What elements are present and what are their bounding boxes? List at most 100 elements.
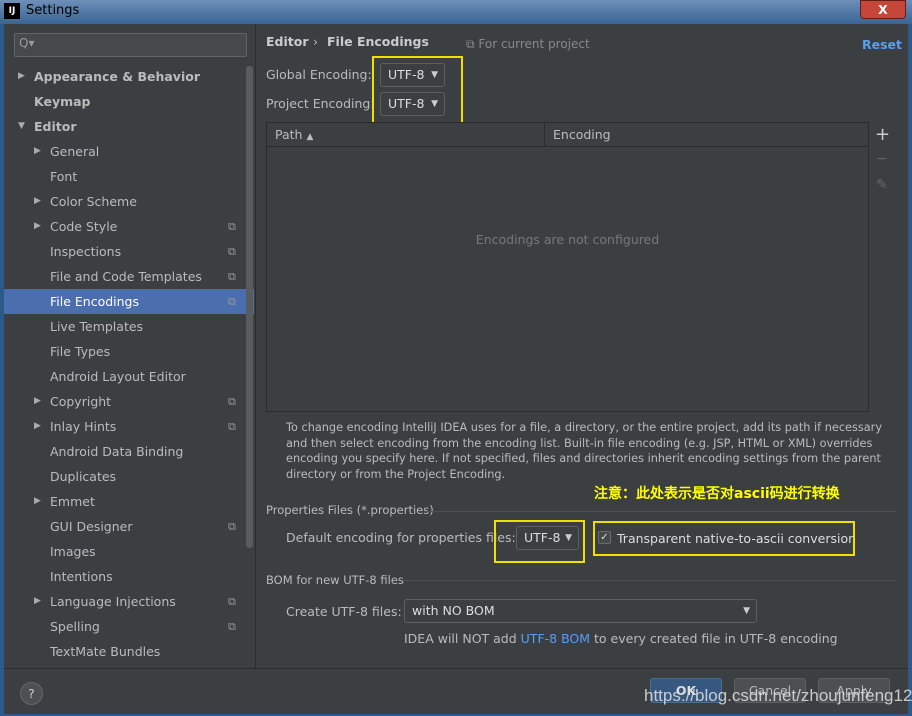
chevron-right-icon[interactable]: ▶: [34, 589, 41, 614]
chevron-right-icon[interactable]: ▶: [34, 139, 41, 164]
sidebar-item-label: Spelling: [50, 619, 100, 634]
sidebar-item-code-style[interactable]: ▶ Code Style ⧉: [4, 214, 254, 239]
sidebar-item-copyright[interactable]: ▶ Copyright ⧉: [4, 389, 254, 414]
highlight-box: [593, 521, 855, 556]
sidebar-item-label: File Types: [50, 344, 111, 359]
sidebar-item-android-data-binding[interactable]: Android Data Binding: [4, 439, 254, 464]
sidebar-item-label: Live Templates: [50, 319, 144, 334]
sidebar-item-label: GUI Designer: [50, 519, 133, 534]
copy-icon: ⧉: [228, 395, 236, 408]
sidebar-item-language-injections[interactable]: ▶ Language Injections ⧉: [4, 589, 254, 614]
chevron-right-icon[interactable]: ▶: [18, 64, 25, 89]
sidebar-item-label: Duplicates: [50, 469, 117, 484]
sidebar-item-label: Copyright: [50, 394, 112, 409]
sidebar-scrollbar[interactable]: [246, 66, 253, 548]
sidebar-item-label: Appearance & Behavior: [34, 69, 200, 84]
sidebar-item-images[interactable]: Images: [4, 539, 254, 564]
create-utf8-label: Create UTF-8 files:: [286, 604, 402, 619]
copy-icon: ⧉: [228, 620, 236, 633]
bom-section-title: BOM for new UTF-8 files: [266, 573, 404, 587]
sidebar-item-inlay-hints[interactable]: ▶ Inlay Hints ⧉: [4, 414, 254, 439]
chevron-right-icon[interactable]: ▶: [34, 189, 41, 214]
search-icon: Q▾: [19, 36, 35, 50]
help-text: To change encoding IntelliJ IDEA uses fo…: [286, 421, 882, 481]
sidebar-item-file-types[interactable]: File Types: [4, 339, 254, 364]
sidebar-item-color-scheme[interactable]: ▶ Color Scheme: [4, 189, 254, 214]
copy-icon: ⧉: [228, 295, 236, 308]
sidebar-item-label: Inspections: [50, 244, 122, 259]
sidebar-item-font[interactable]: Font: [4, 164, 254, 189]
sort-asc-icon: ▲: [306, 132, 314, 142]
copy-icon: ⧉: [466, 37, 479, 51]
breadcrumb-editor: Editor: [266, 34, 309, 49]
window-title: Settings: [26, 3, 80, 18]
sidebar-item-label: General: [50, 144, 100, 159]
sidebar-item-gui-designer[interactable]: GUI Designer ⧉: [4, 514, 254, 539]
chevron-right-icon[interactable]: ▶: [34, 414, 41, 439]
sidebar-item-spelling[interactable]: Spelling ⧉: [4, 614, 254, 639]
chevron-down-icon: ▼: [743, 606, 750, 616]
properties-section-title: Properties Files (*.properties): [266, 503, 434, 517]
add-icon[interactable]: +: [875, 124, 890, 145]
breadcrumb-separator: ›: [313, 34, 318, 49]
column-encoding[interactable]: Encoding: [553, 127, 611, 142]
sidebar-item-label: Editor: [34, 119, 77, 134]
sidebar-item-label: File and Code Templates: [50, 269, 202, 284]
chevron-right-icon[interactable]: ▶: [34, 389, 41, 414]
title-bar: IJ Settings X: [0, 0, 912, 24]
sidebar-item-file-and-code-templates[interactable]: File and Code Templates ⧉: [4, 264, 254, 289]
scope-label: ⧉ For current project: [466, 37, 590, 51]
edit-icon[interactable]: ✎: [876, 177, 888, 193]
annotation-text: 注意：此处表示是否对ascii码进行转换: [594, 486, 840, 502]
sidebar-item-editor[interactable]: ▼ Editor: [4, 114, 254, 139]
chevron-down-icon[interactable]: ▼: [18, 114, 25, 139]
sidebar-item-general[interactable]: ▶ General: [4, 139, 254, 164]
sidebar-item-textmate-bundles[interactable]: TextMate Bundles: [4, 639, 254, 664]
copy-icon: ⧉: [228, 270, 236, 283]
chevron-right-icon[interactable]: ▶: [34, 489, 41, 514]
copy-icon: ⧉: [228, 420, 236, 433]
reset-link[interactable]: Reset: [862, 37, 902, 52]
sidebar-item-inspections[interactable]: Inspections ⧉: [4, 239, 254, 264]
global-encoding-label: Global Encoding:: [266, 67, 372, 82]
table-body[interactable]: Encodings are not configured: [267, 148, 868, 411]
sidebar-item-label: Images: [50, 544, 96, 559]
sidebar-item-label: Android Layout Editor: [50, 369, 186, 384]
sidebar-item-label: Keymap: [34, 94, 91, 109]
sidebar-item-keymap[interactable]: Keymap: [4, 89, 254, 114]
column-path[interactable]: Path ▲: [275, 127, 313, 142]
copy-icon: ⧉: [228, 520, 236, 533]
bom-note: IDEA will NOT add UTF-8 BOM to every cre…: [404, 631, 838, 646]
encodings-table: Path ▲ Encoding Encodings are not config…: [266, 122, 869, 412]
empty-text: Encodings are not configured: [475, 232, 660, 247]
sidebar-item-file-encodings[interactable]: File Encodings ⧉: [4, 289, 254, 314]
sidebar-item-appearance-behavior[interactable]: ▶ Appearance & Behavior: [4, 64, 254, 89]
watermark: https://blog.csdn.net/zhoujunfeng121: [644, 686, 912, 705]
default-properties-encoding-label: Default encoding for properties files:: [286, 530, 516, 545]
settings-tree: ▶ Appearance & Behavior Keymap ▼ Editor ▶ Gene…: [4, 24, 256, 668]
copy-icon: ⧉: [228, 220, 236, 233]
sidebar-item-duplicates[interactable]: Duplicates: [4, 464, 254, 489]
sidebar-item-live-templates[interactable]: Live Templates: [4, 314, 254, 339]
highlight-box: [372, 56, 463, 125]
sidebar-item-label: Emmet: [50, 494, 95, 509]
utf8-bom-link[interactable]: UTF-8 BOM: [521, 631, 590, 646]
search-input[interactable]: Q▾: [14, 33, 247, 57]
sidebar-item-label: Intentions: [50, 569, 113, 584]
chevron-right-icon[interactable]: ▶: [34, 214, 41, 239]
sidebar-item-emmet[interactable]: ▶ Emmet: [4, 489, 254, 514]
help-button[interactable]: ?: [20, 682, 43, 705]
sidebar-item-label: Color Scheme: [50, 194, 137, 209]
table-header: Path ▲ Encoding: [267, 123, 868, 147]
highlight-box: [494, 520, 585, 563]
sidebar-item-label: File Encodings: [50, 294, 140, 309]
sidebar-item-android-layout-editor[interactable]: Android Layout Editor: [4, 364, 254, 389]
sidebar-item-label: TextMate Bundles: [50, 644, 161, 659]
sidebar-item-label: Font: [50, 169, 78, 184]
close-button[interactable]: X: [860, 0, 906, 19]
bom-select[interactable]: with NO BOM ▼: [404, 599, 757, 623]
copy-icon: ⧉: [228, 595, 236, 608]
sidebar-item-intentions[interactable]: Intentions: [4, 564, 254, 589]
remove-icon[interactable]: −: [876, 151, 888, 167]
page-title: File Encodings: [327, 34, 429, 49]
